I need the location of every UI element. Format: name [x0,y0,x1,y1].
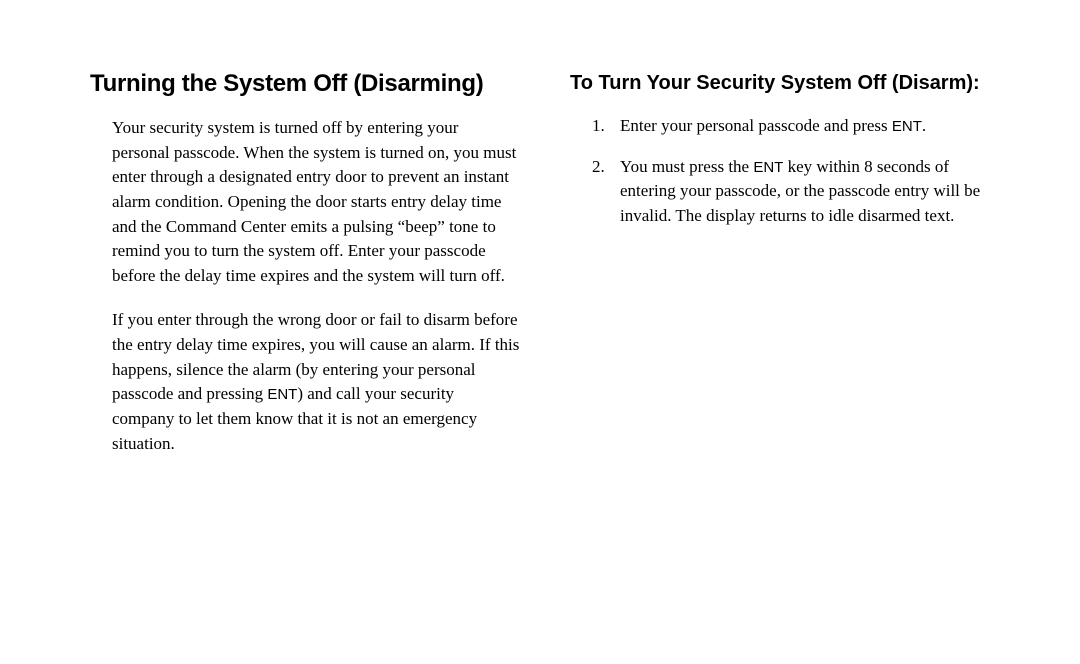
step-2-text-a: You must press the [620,157,753,176]
right-column: To Turn Your Security System Off (Disarm… [570,70,990,476]
steps-list: 1. Enter your personal passcode and pres… [592,114,990,229]
intro-paragraph-1: Your security system is turned off by en… [112,116,520,288]
step-2-text: You must press the ENT key within 8 seco… [620,155,990,229]
sub-heading: To Turn Your Security System Off (Disarm… [570,70,990,96]
main-heading: Turning the System Off (Disarming) [90,70,520,98]
step-1: 1. Enter your personal passcode and pres… [592,114,990,139]
step-1-text: Enter your personal passcode and press E… [620,114,990,139]
step-1-text-b: . [922,116,926,135]
two-column-layout: Turning the System Off (Disarming) Your … [90,70,990,476]
ent-key-label: ENT [892,118,922,135]
ent-key-label: ENT [753,159,783,176]
ent-key-label: ENT [267,386,297,403]
intro-paragraph-2: If you enter through the wrong door or f… [112,308,520,456]
step-1-text-a: Enter your personal passcode and press [620,116,892,135]
step-2-number: 2. [592,155,620,229]
step-1-number: 1. [592,114,620,139]
step-2: 2. You must press the ENT key within 8 s… [592,155,990,229]
left-column: Turning the System Off (Disarming) Your … [90,70,520,476]
